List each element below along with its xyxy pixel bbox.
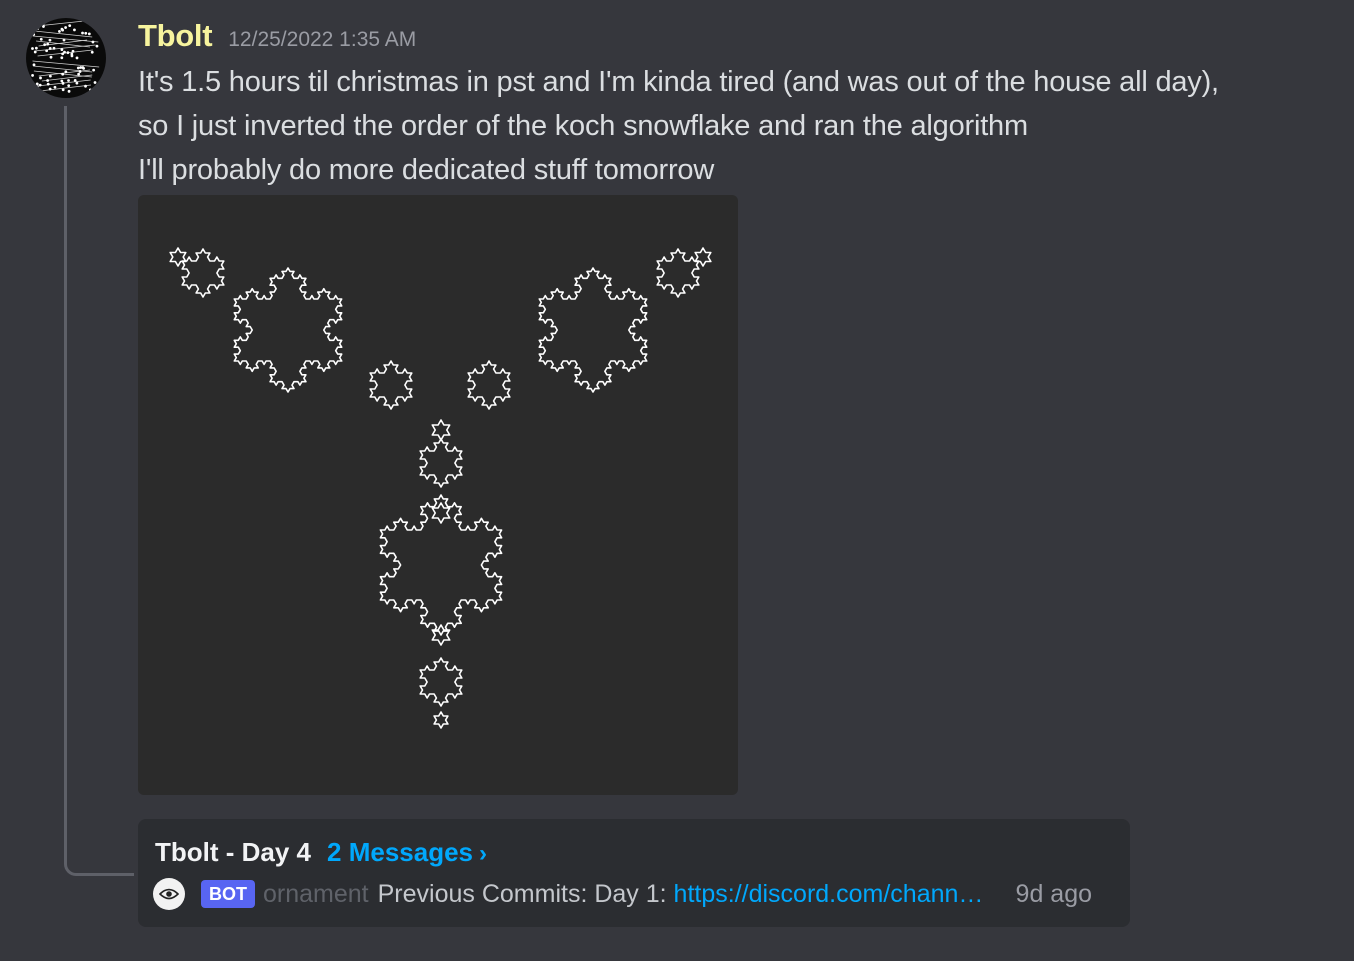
thread-connector-line bbox=[64, 106, 134, 876]
user-avatar[interactable] bbox=[26, 18, 106, 98]
username[interactable]: Tbolt bbox=[138, 18, 213, 54]
message-header: Tbolt 12/25/2022 1:35 AM bbox=[138, 18, 416, 58]
chevron-right-icon: › bbox=[479, 840, 487, 867]
fractal-shape bbox=[169, 247, 712, 729]
preview-label: Previous Commits: Day 1: bbox=[377, 879, 674, 908]
preview-link[interactable]: https://discord.com/channels/... bbox=[674, 880, 996, 909]
message-line: I'll probably do more dedicated stuff to… bbox=[138, 154, 715, 186]
thread-name: Tbolt - Day 4 bbox=[155, 837, 312, 867]
thread-message-count-link[interactable]: 2 Messages › bbox=[327, 837, 487, 868]
thread-preview: BOT ornament Previous Commits: Day 1: ht… bbox=[153, 877, 1118, 911]
message-line: so I just inverted the order of the koch… bbox=[138, 110, 1028, 142]
bot-badge: BOT bbox=[201, 880, 255, 908]
thread-count-label: 2 Messages bbox=[327, 837, 473, 867]
preview-text: Previous Commits: Day 1: https://discord… bbox=[378, 880, 996, 909]
message-line: It's 1.5 hours til christmas in pst and … bbox=[138, 66, 1219, 98]
image-attachment[interactable] bbox=[138, 195, 738, 795]
message-content: It's 1.5 hours til christmas in pst and … bbox=[138, 60, 1338, 192]
thread-time-ago: 9d ago bbox=[1015, 879, 1093, 908]
bot-avatar[interactable] bbox=[153, 878, 185, 910]
timestamp: 12/25/2022 1:35 AM bbox=[228, 28, 417, 51]
bot-name[interactable]: ornament bbox=[263, 880, 369, 909]
thread-header: Tbolt - Day 4 2 Messages › bbox=[155, 837, 487, 868]
chat-message: Tbolt 12/25/2022 1:35 AM It's 1.5 hours … bbox=[0, 0, 1354, 961]
thread-card[interactable]: Tbolt - Day 4 2 Messages › BOT ornament P… bbox=[138, 819, 1130, 927]
eye-icon bbox=[159, 888, 179, 900]
